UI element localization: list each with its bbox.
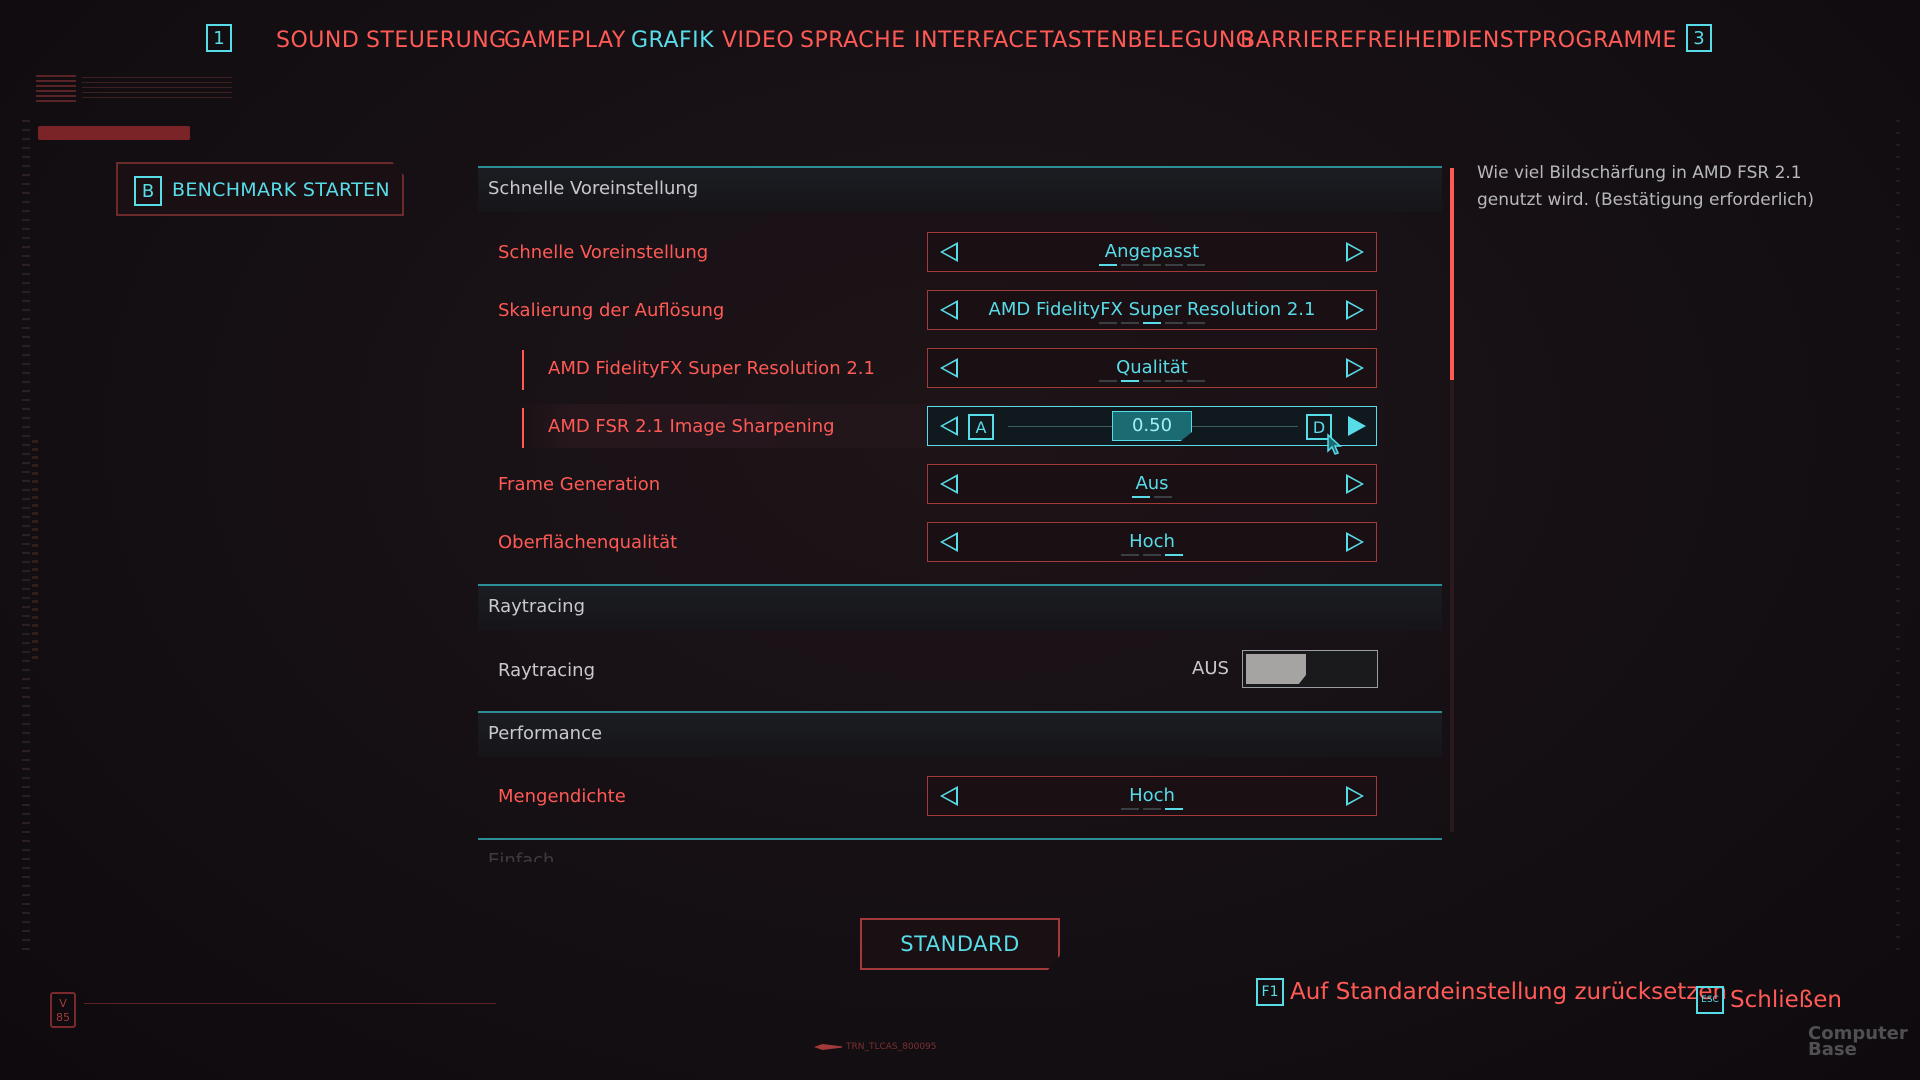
decorative-side-lines-2 <box>32 440 38 660</box>
settings-scrollbar[interactable] <box>1450 168 1454 832</box>
nav-prev-key[interactable]: 1 <box>206 24 232 52</box>
benchmark-key: B <box>134 176 162 206</box>
texture-value: Hoch <box>1129 531 1175 552</box>
option-indicator <box>928 496 1376 499</box>
option-indicator <box>928 380 1376 383</box>
tab-barrierefreiheit[interactable]: BARRIEREFREIHEIT <box>1240 28 1457 53</box>
row-label-texture: Oberflächenqualität <box>498 532 678 553</box>
preset-value: Angepasst <box>1104 241 1200 262</box>
arrow-left-icon[interactable] <box>940 416 958 436</box>
preset-selector[interactable]: Angepasst <box>927 232 1377 272</box>
reset-defaults-button[interactable]: Auf Standardeinstellung zurücksetzen <box>1290 979 1727 1005</box>
scrollbar-thumb[interactable] <box>1450 168 1454 380</box>
sharpening-slider[interactable]: A 0.50 D <box>927 406 1377 455</box>
standard-button[interactable]: STANDARD <box>860 918 1060 970</box>
decorative-header-lines <box>82 76 232 98</box>
row-label-framegen: Frame Generation <box>498 474 661 495</box>
scaling-value: AMD FidelityFX Super Resolution 2.1 <box>988 299 1316 320</box>
sub-setting-marker <box>522 408 524 448</box>
framegen-value: Aus <box>1135 473 1169 494</box>
raytracing-state: AUS <box>1192 658 1229 679</box>
tab-steuerung[interactable]: STEUERUNG <box>366 28 507 53</box>
version-badge: V 85 <box>50 992 76 1028</box>
decorative-side-lines <box>22 120 30 950</box>
reset-key: F1 <box>1256 978 1284 1006</box>
crowd-value: Hoch <box>1129 785 1175 806</box>
texture-selector[interactable]: Hoch <box>927 522 1377 562</box>
row-label-sharpening: AMD FSR 2.1 Image Sharpening <box>548 416 835 437</box>
row-label-raytracing: Raytracing <box>498 660 596 681</box>
option-indicator <box>928 264 1376 267</box>
raytracing-toggle[interactable] <box>1242 650 1378 688</box>
arrow-right-icon[interactable] <box>1346 242 1364 262</box>
footer-arrow-icon <box>814 1044 842 1050</box>
tab-sound[interactable]: SOUND <box>276 28 359 53</box>
framegen-selector[interactable]: Aus <box>927 464 1377 504</box>
fsr-value: Qualität <box>1116 357 1188 378</box>
arrow-right-icon[interactable] <box>1346 474 1364 494</box>
settings-panel: Schnelle Voreinstellung Schnelle Voreins… <box>478 166 1442 862</box>
benchmark-button[interactable]: B BENCHMARK STARTEN <box>116 162 404 216</box>
section-header-raytracing: Raytracing <box>478 584 1442 630</box>
scaling-selector[interactable]: AMD FidelityFX Super Resolution 2.1 <box>927 290 1377 330</box>
arrow-right-icon[interactable] <box>1348 416 1366 436</box>
fsr-selector[interactable]: Qualität <box>927 348 1377 388</box>
arrow-right-icon[interactable] <box>1346 532 1364 552</box>
tab-gameplay[interactable]: GAMEPLAY <box>504 28 626 53</box>
row-label-scaling: Skalierung der Auflösung <box>498 300 725 321</box>
option-indicator <box>928 808 1376 811</box>
close-button[interactable]: Schließen <box>1730 987 1842 1013</box>
slider-thumb[interactable]: 0.50 <box>1112 411 1192 441</box>
arrow-right-icon[interactable] <box>1346 786 1364 806</box>
tab-tastenbelegung[interactable]: TASTENBELEGUNG <box>1040 28 1253 53</box>
crowd-selector[interactable]: Hoch <box>927 776 1377 816</box>
key-a: A <box>968 414 994 440</box>
benchmark-label: BENCHMARK STARTEN <box>172 179 390 201</box>
next-section-peek: Einfach <box>488 850 555 862</box>
row-label-preset: Schnelle Voreinstellung <box>498 242 709 263</box>
tab-interface[interactable]: INTERFACE <box>914 28 1039 53</box>
tab-grafik[interactable]: GRAFIK <box>631 28 714 53</box>
setting-description: Wie viel Bildschärfung in AMD FSR 2.1 ge… <box>1477 163 1814 210</box>
row-label-fsr: AMD FidelityFX Super Resolution 2.1 <box>548 358 875 379</box>
section-title: Raytracing <box>488 596 586 617</box>
option-indicator <box>928 554 1376 557</box>
section-title: Schnelle Voreinstellung <box>488 178 699 199</box>
decorative-header-glyph <box>36 72 76 102</box>
tab-sprache[interactable]: SPRACHE <box>800 28 906 53</box>
toggle-knob <box>1246 654 1306 684</box>
footer-code: TRN_TLCAS_800095 <box>846 1042 937 1052</box>
sub-setting-marker <box>522 350 524 390</box>
decorative-right-lines <box>1896 120 1900 960</box>
arrow-right-icon[interactable] <box>1346 300 1364 320</box>
section-header-next <box>478 838 1442 862</box>
tab-video[interactable]: VIDEO <box>722 28 794 53</box>
decorative-header-bar <box>38 126 190 140</box>
section-title: Performance <box>488 723 603 744</box>
row-label-crowd: Mengendichte <box>498 786 626 807</box>
option-indicator <box>928 322 1376 325</box>
watermark: Computer Base <box>1808 1023 1908 1060</box>
esc-key: ESC <box>1696 986 1724 1014</box>
section-header-quick: Schnelle Voreinstellung <box>478 166 1442 212</box>
arrow-right-icon[interactable] <box>1346 358 1364 378</box>
footer-divider <box>84 1003 496 1004</box>
section-header-performance: Performance <box>478 711 1442 757</box>
tab-dienstprogramme[interactable]: DIENSTPROGRAMME <box>1444 28 1677 53</box>
mouse-cursor-icon <box>1327 433 1342 455</box>
nav-next-key[interactable]: 3 <box>1686 24 1712 52</box>
